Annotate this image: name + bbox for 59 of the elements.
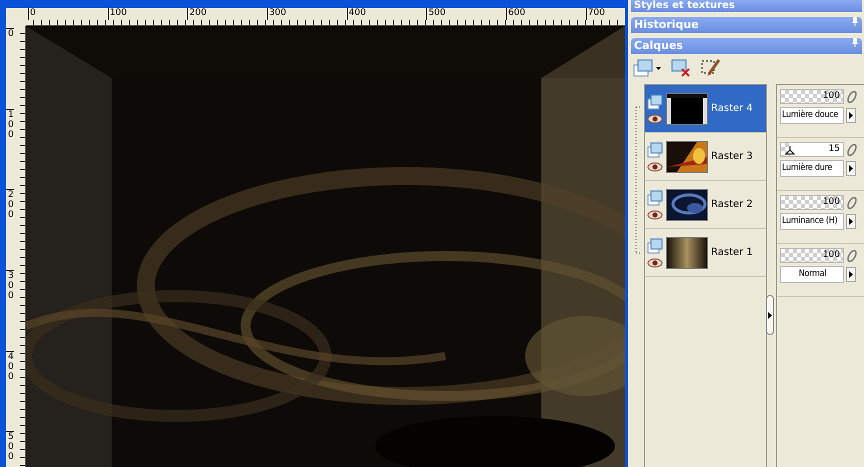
layer-icon xyxy=(647,142,663,158)
ruler-label: 0 xyxy=(6,28,14,109)
opacity-value: 100 xyxy=(822,196,840,209)
layer-row[interactable]: Raster 3 xyxy=(645,133,766,181)
layer-thumbnail xyxy=(666,92,708,124)
link-icon[interactable] xyxy=(846,248,858,262)
ruler-label: 500 xyxy=(6,431,14,467)
layer-row[interactable]: Raster 1 xyxy=(645,229,766,277)
ruler-label: 0 xyxy=(28,8,108,20)
ruler-label: 300 xyxy=(6,270,14,351)
blend-mode-dropdown[interactable]: Normal xyxy=(780,266,844,283)
layer-thumbnail xyxy=(666,140,708,172)
delete-layer-icon[interactable] xyxy=(671,59,691,77)
new-layer-icon[interactable] xyxy=(633,59,661,77)
pin-icon[interactable] xyxy=(852,38,858,47)
blend-mode-dropdown[interactable]: Lumière dure xyxy=(780,160,844,177)
eye-icon[interactable] xyxy=(647,258,663,268)
ruler-label: 100 xyxy=(6,108,14,190)
opacity-value: 100 xyxy=(822,90,840,103)
opacity-value: 100 xyxy=(822,249,840,262)
ruler-label: 300 xyxy=(267,8,347,20)
link-icon[interactable] xyxy=(846,196,858,210)
layer-name: Raster 4 xyxy=(711,103,753,114)
ruler-label: 400 xyxy=(346,8,426,20)
layer-icon xyxy=(647,238,663,254)
edit-selection-icon[interactable] xyxy=(701,58,721,78)
layer-row[interactable]: Raster 2 xyxy=(645,181,766,229)
ruler-label: 200 xyxy=(6,189,14,270)
opacity-slider[interactable]: 100 xyxy=(780,195,844,210)
eye-icon[interactable] xyxy=(647,210,663,220)
link-icon[interactable] xyxy=(846,90,858,104)
layer-thumbnail xyxy=(666,236,708,268)
eye-icon[interactable] xyxy=(647,162,663,172)
ruler-label: 400 xyxy=(6,350,14,432)
panel-title: Historique xyxy=(634,17,699,33)
ruler-label: 600 xyxy=(506,8,586,20)
ruler-label: 200 xyxy=(187,8,268,20)
layer-icon xyxy=(647,94,663,110)
link-icon[interactable] xyxy=(846,142,858,156)
opacity-value: 15 xyxy=(828,143,840,156)
panel-title: Styles et textures xyxy=(634,0,735,12)
layer-name: Raster 1 xyxy=(711,247,753,258)
slider-thumb-icon[interactable] xyxy=(785,146,796,155)
layer-thumbnail xyxy=(666,188,708,220)
opacity-slider[interactable]: 100 xyxy=(780,89,844,104)
layer-icon xyxy=(647,190,663,206)
splitter-handle[interactable] xyxy=(766,295,774,335)
blend-mode-dropdown[interactable]: Lumière douce xyxy=(780,107,844,124)
layer-name: Raster 3 xyxy=(711,151,753,162)
opacity-slider[interactable]: 100 xyxy=(780,248,844,263)
layer-row[interactable]: Raster 4 xyxy=(645,85,766,133)
panel-title: Calques xyxy=(634,38,683,54)
ruler-label: 500 xyxy=(426,8,506,20)
layer-name: Raster 2 xyxy=(711,199,753,210)
ruler-label: 100 xyxy=(108,8,188,20)
opacity-slider[interactable]: 15 xyxy=(780,142,844,157)
pin-icon[interactable] xyxy=(852,17,858,26)
blend-mode-dropdown[interactable]: Luminance (H) xyxy=(780,213,844,230)
eye-icon[interactable] xyxy=(647,114,663,124)
